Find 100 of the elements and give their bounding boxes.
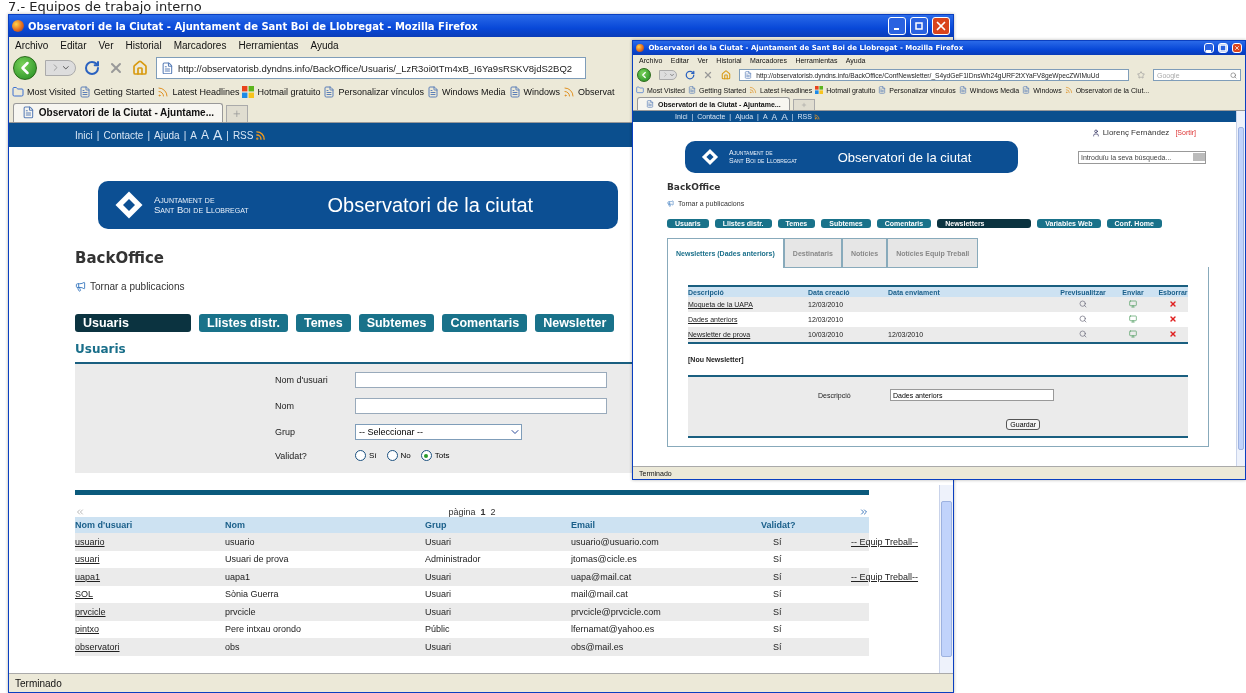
bookmark-item[interactable]: Latest Headlines — [157, 85, 240, 98]
scrollbar[interactable] — [1236, 111, 1245, 466]
maximize-button[interactable] — [910, 17, 928, 35]
close-button[interactable] — [1232, 43, 1242, 53]
text-size-link[interactable]: A — [771, 111, 778, 122]
page-link[interactable]: 1 — [480, 507, 486, 517]
send-icon[interactable] — [1129, 315, 1137, 323]
scrollbar[interactable] — [939, 485, 953, 673]
preview-icon[interactable] — [1079, 315, 1087, 323]
nav-button[interactable]: Llistes distr. — [199, 314, 288, 332]
section-title: BackOffice — [75, 249, 164, 267]
username-link[interactable]: pintxo — [75, 624, 225, 635]
send-icon[interactable] — [1129, 330, 1137, 338]
new-tab-button[interactable] — [792, 98, 815, 110]
radio-option[interactable]: Tots — [420, 450, 450, 461]
text-size-link[interactable]: A — [781, 111, 788, 122]
browser-tab[interactable]: Observatori de la Ciutat - Ajuntame... — [13, 102, 224, 122]
first-page-icon[interactable] — [75, 507, 85, 517]
feed-folder-icon — [563, 85, 576, 98]
close-button[interactable] — [932, 17, 950, 35]
send-icon[interactable] — [1129, 300, 1137, 308]
document-heading: 7.- Equipos de trabajo interno — [7, 0, 203, 14]
preview-icon[interactable] — [1079, 300, 1087, 308]
username-link[interactable]: usuario — [75, 536, 225, 547]
nav-button[interactable]: Temes — [295, 314, 351, 332]
work-team-link[interactable]: -- Equip Treball-- — [851, 536, 919, 547]
back-button[interactable] — [637, 68, 651, 82]
delete-icon[interactable] — [1169, 315, 1177, 323]
bookmark-item[interactable]: Observat — [563, 85, 615, 98]
group-select[interactable]: -- Seleccionar -- — [355, 424, 522, 440]
text-size-link[interactable]: A — [212, 127, 223, 143]
back-button[interactable] — [13, 56, 37, 80]
separator-text: | — [183, 129, 187, 141]
nav-button[interactable]: Newsletter — [535, 314, 615, 332]
text-size-link[interactable]: A — [190, 129, 197, 141]
stop-button[interactable] — [703, 70, 714, 80]
text-size-link[interactable]: A — [200, 128, 209, 142]
rss-link[interactable]: RSS — [232, 129, 267, 141]
radio-option[interactable]: No — [386, 450, 411, 461]
reload-button[interactable] — [84, 60, 101, 76]
menu-item[interactable]: Marcadores — [173, 40, 227, 51]
menu-item[interactable]: Historial — [125, 40, 162, 51]
bookmark-star-icon[interactable] — [1137, 71, 1145, 79]
maximize-button[interactable] — [1218, 43, 1228, 53]
back-link[interactable]: Tornar a publicacions — [75, 281, 185, 292]
home-button[interactable] — [132, 60, 149, 76]
minimize-button[interactable] — [888, 17, 906, 35]
text-field[interactable] — [355, 398, 607, 414]
home-icon — [132, 60, 149, 76]
page-link[interactable]: 2 — [490, 507, 496, 517]
bookmark-item[interactable]: Windows Media — [427, 85, 506, 98]
nav-button[interactable]: Usuaris — [75, 314, 191, 332]
forward-button[interactable] — [45, 59, 77, 77]
table-cell: usuario@usuario.com — [571, 536, 659, 547]
username-link[interactable]: prvcicle — [75, 606, 225, 617]
username-link[interactable]: SOL — [75, 589, 225, 600]
top-link[interactable]: Inici — [75, 129, 93, 141]
menu-item[interactable]: Editar — [60, 40, 87, 51]
work-team-link[interactable]: -- Equip Treball-- — [851, 571, 919, 582]
section-title: BackOffice — [667, 182, 721, 192]
username-link[interactable]: observatori — [75, 641, 225, 652]
bookmark-item[interactable]: Hotmail gratuito — [242, 85, 321, 98]
speaker-icon — [75, 281, 86, 292]
rss-icon — [813, 113, 820, 120]
bookmark-item[interactable]: Most Visited — [12, 85, 76, 98]
delete-icon[interactable] — [1169, 330, 1177, 338]
username-link[interactable]: usuari — [75, 554, 225, 565]
delete-icon[interactable] — [1169, 300, 1177, 308]
minimize-button[interactable] — [1204, 43, 1214, 53]
bookmark-item[interactable]: Personalizar vínculos — [323, 85, 425, 98]
top-link[interactable]: Contacte — [103, 129, 144, 141]
text-field[interactable] — [355, 372, 607, 388]
field-label: Nom — [275, 401, 295, 411]
table-cell: usuario — [225, 536, 255, 547]
top-link[interactable]: Ajuda — [154, 129, 180, 141]
table-cell-text: Sí — [772, 606, 782, 617]
last-page-icon[interactable] — [859, 507, 869, 517]
page-icon — [22, 106, 35, 120]
nav-button[interactable]: Subtemes — [358, 314, 435, 332]
menu-item[interactable]: Ayuda — [310, 40, 339, 51]
home-button[interactable] — [721, 70, 732, 80]
forward-button[interactable] — [659, 70, 678, 80]
maximize-icon — [1219, 44, 1227, 52]
new-tab-button[interactable] — [226, 105, 249, 122]
preview-icon[interactable] — [1079, 330, 1087, 338]
table-cell: Usuari — [425, 536, 451, 547]
reload-button[interactable] — [685, 70, 696, 80]
username-link[interactable]: uapa1 — [75, 571, 225, 582]
menu-item[interactable]: Archivo — [15, 40, 49, 51]
table-cell: Usuari — [425, 571, 451, 582]
rss-icon — [255, 129, 267, 141]
folder-icon — [12, 85, 24, 98]
page-icon — [1022, 86, 1031, 94]
nav-button[interactable]: Comentaris — [442, 314, 528, 332]
address-field[interactable]: http://observatorisb.dyndns.info/BackOffice/Usuaris/_LzR3oi0tTm4xB_I6Ya9sRSKV8jdS2BQ2 — [156, 57, 587, 79]
menu-item[interactable]: Ver — [98, 40, 114, 51]
menu-item[interactable]: Herramientas — [238, 40, 299, 51]
bookmark-item[interactable]: Windows — [508, 85, 561, 98]
table-cell: obs@mail.es — [571, 641, 624, 652]
bookmark-item[interactable]: Getting Started — [78, 85, 155, 98]
